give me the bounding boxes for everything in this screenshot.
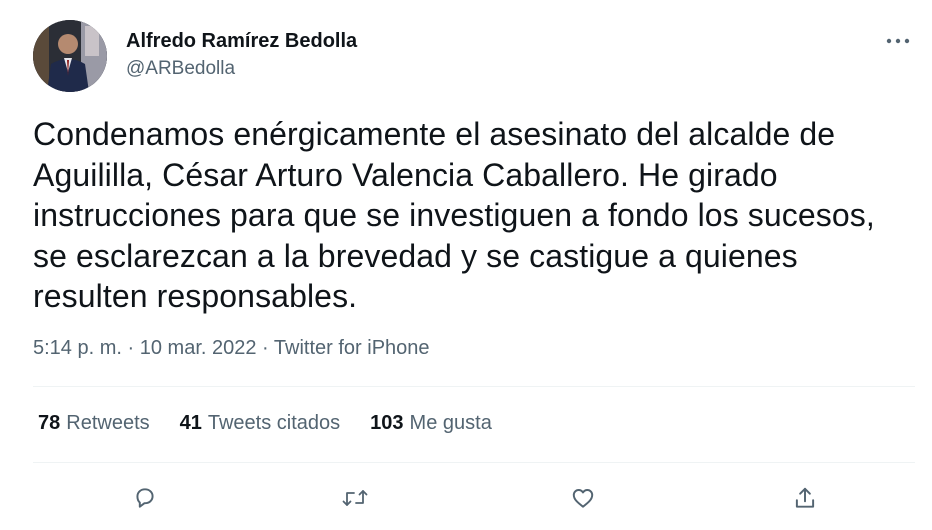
divider (33, 386, 915, 387)
quotes-count: 41 (179, 412, 202, 434)
tweet-meta: 5:14 p. m. · 10 mar. 2022 · Twitter for … (33, 337, 430, 360)
avatar[interactable] (33, 20, 107, 92)
retweet-icon (342, 490, 368, 506)
likes-count: 103 (370, 412, 404, 434)
retweets-count: 78 (38, 412, 61, 434)
tweet-stats: 78 Retweets 41 Tweets citados 103 Me gusta (38, 412, 492, 435)
meta-separator: · (262, 337, 269, 359)
author-handle[interactable]: @ARBedolla (126, 58, 235, 80)
like-button[interactable] (563, 478, 603, 518)
likes-stat[interactable]: 103 Me gusta (370, 412, 492, 435)
tweet-text: Condenamos enérgicamente el asesinato de… (33, 116, 875, 314)
reply-icon (136, 488, 154, 508)
quotes-stat[interactable]: 41 Tweets citados (180, 412, 341, 435)
avatar-image (33, 20, 107, 92)
quotes-label: Tweets citados (207, 412, 341, 434)
tweet: Alfredo Ramírez Bedolla @ARBedolla Conde… (0, 0, 932, 530)
retweets-stat[interactable]: 78 Retweets (38, 412, 150, 435)
reply-button[interactable] (125, 478, 165, 518)
more-horizontal-icon (886, 38, 910, 44)
likes-label: Me gusta (409, 412, 492, 434)
retweets-label: Retweets (66, 412, 150, 434)
more-options-button[interactable] (882, 30, 914, 52)
tweet-source[interactable]: Twitter for iPhone (274, 337, 430, 359)
action-bar (0, 478, 932, 518)
tweet-time[interactable]: 5:14 p. m. (33, 337, 122, 359)
author-name[interactable]: Alfredo Ramírez Bedolla (126, 30, 357, 53)
share-icon (795, 487, 815, 508)
heart-icon (572, 489, 594, 508)
divider (33, 462, 915, 463)
share-button[interactable] (785, 478, 825, 518)
tweet-date[interactable]: 10 mar. 2022 (140, 337, 257, 359)
retweet-button[interactable] (335, 478, 375, 518)
meta-separator: · (127, 337, 135, 359)
